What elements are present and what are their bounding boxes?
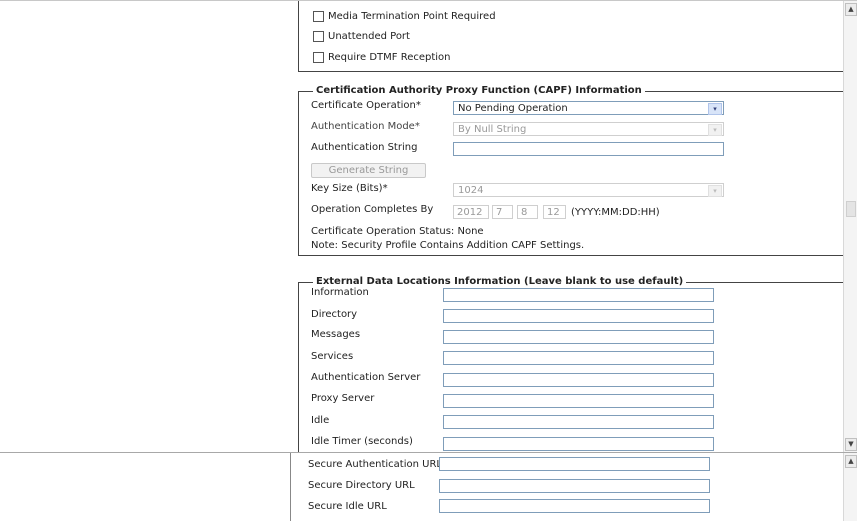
op-year-input[interactable]: 2012 <box>453 205 489 219</box>
mtp-required-label: Media Termination Point Required <box>328 10 496 22</box>
authentication-string-label: Authentication String <box>311 142 418 153</box>
capf-note-text: Note: Security Profile Contains Addition… <box>311 240 585 251</box>
idle-label: Idle <box>311 415 330 426</box>
external-data-fieldset: External Data Locations Information (Lea… <box>298 276 845 453</box>
services-input[interactable] <box>443 351 714 365</box>
device-options-box: Media Termination Point Required Unatten… <box>298 1 846 72</box>
proxy-server-label: Proxy Server <box>311 393 375 404</box>
scroll-up-icon[interactable]: ▲ <box>845 3 857 16</box>
certificate-status-text: Certificate Operation Status: None <box>311 226 484 237</box>
secure-authentication-url-label: Secure Authentication URL <box>308 459 442 470</box>
chevron-down-icon[interactable]: ▾ <box>708 185 722 197</box>
bottom-scrollbar[interactable]: ▲ <box>843 453 857 521</box>
scrollbar-thumb[interactable] <box>846 201 856 217</box>
proxy-server-input[interactable] <box>443 394 714 408</box>
authentication-mode-label: Authentication Mode* <box>311 121 420 132</box>
certificate-operation-label: Certificate Operation* <box>311 100 421 111</box>
messages-input[interactable] <box>443 330 714 344</box>
operation-completes-label: Operation Completes By <box>311 204 434 215</box>
mtp-required-checkbox[interactable] <box>313 10 324 22</box>
generate-string-button[interactable]: Generate String <box>311 163 426 178</box>
certificate-operation-value: No Pending Operation <box>458 103 568 114</box>
authentication-mode-value: By Null String <box>458 124 527 135</box>
idle-input[interactable] <box>443 415 714 429</box>
unattended-port-row[interactable]: Unattended Port <box>313 29 410 43</box>
main-frame-bottom: Secure Authentication URL Secure Directo… <box>0 452 857 521</box>
authentication-server-input[interactable] <box>443 373 714 387</box>
required-mark: * <box>415 100 421 111</box>
unattended-port-label: Unattended Port <box>328 30 410 42</box>
required-mark: * <box>382 183 388 194</box>
key-size-value: 1024 <box>458 185 484 196</box>
information-label: Information <box>311 287 369 298</box>
directory-label: Directory <box>311 309 358 320</box>
capf-fieldset: Certification Authority Proxy Function (… <box>298 85 845 256</box>
idle-timer-input[interactable] <box>443 437 714 451</box>
require-dtmf-row[interactable]: Require DTMF Reception <box>313 50 451 64</box>
mtp-required-row[interactable]: Media Termination Point Required <box>313 9 496 23</box>
column-divider <box>290 453 291 521</box>
top-scrollbar[interactable]: ▲ ▼ <box>843 1 857 452</box>
directory-input[interactable] <box>443 309 714 323</box>
scroll-up-icon[interactable]: ▲ <box>845 455 857 468</box>
authentication-string-input[interactable] <box>453 142 724 156</box>
secure-idle-url-input[interactable] <box>439 499 710 513</box>
key-size-select[interactable]: 1024 ▾ <box>453 183 724 197</box>
op-day-input[interactable]: 8 <box>517 205 538 219</box>
secure-directory-url-label: Secure Directory URL <box>308 480 415 491</box>
secure-idle-url-label: Secure Idle URL <box>308 501 387 512</box>
key-size-label: Key Size (Bits)* <box>311 183 388 194</box>
secure-authentication-url-input[interactable] <box>439 457 710 471</box>
main-frame-top: Media Termination Point Required Unatten… <box>0 0 857 453</box>
authentication-mode-select[interactable]: By Null String ▾ <box>453 122 724 136</box>
chevron-down-icon[interactable]: ▾ <box>708 124 722 136</box>
idle-timer-label: Idle Timer (seconds) <box>311 436 413 447</box>
op-hour-input[interactable]: 12 <box>543 205 566 219</box>
authentication-server-label: Authentication Server <box>311 372 421 383</box>
secure-directory-url-input[interactable] <box>439 479 710 493</box>
op-format-hint: (YYYY:MM:DD:HH) <box>571 207 660 218</box>
scroll-down-icon[interactable]: ▼ <box>845 438 857 451</box>
require-dtmf-checkbox[interactable] <box>313 51 324 63</box>
chevron-down-icon[interactable]: ▾ <box>708 103 722 115</box>
unattended-port-checkbox[interactable] <box>313 30 324 42</box>
external-data-legend: External Data Locations Information (Lea… <box>313 276 687 287</box>
services-label: Services <box>311 351 354 362</box>
information-input[interactable] <box>443 288 714 302</box>
op-month-input[interactable]: 7 <box>492 205 513 219</box>
capf-legend: Certification Authority Proxy Function (… <box>313 85 645 96</box>
certificate-operation-select[interactable]: No Pending Operation ▾ <box>453 101 724 115</box>
required-mark: * <box>414 121 420 132</box>
messages-label: Messages <box>311 329 361 340</box>
require-dtmf-label: Require DTMF Reception <box>328 51 451 63</box>
